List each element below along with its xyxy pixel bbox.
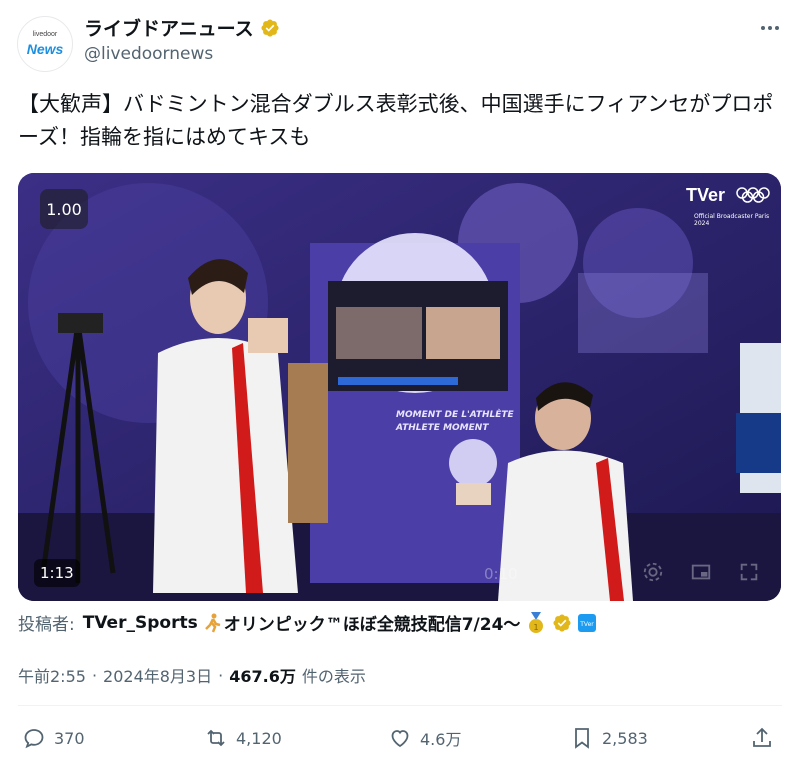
elapsed-time-overlay: 0:10: [484, 565, 518, 583]
views-label: 件の表示: [301, 667, 366, 686]
bookmark-icon: [575, 728, 589, 749]
attribution-source-suffix[interactable]: オリンピック™ほぼ全競技配信7/24〜: [224, 610, 521, 635]
action-bar: 370 4,120 4.6万 2,583: [18, 726, 782, 762]
tweet-time[interactable]: 午前2:55: [18, 663, 86, 687]
like-count: 4.6万: [420, 730, 462, 749]
tver-watermark: TVer: [686, 185, 726, 205]
separator-dot: ·: [91, 665, 98, 685]
tweet-text: 【大歓声】バドミントン混合ダブルス表彰式後、中国選手にフィアンセがプロポーズ！指…: [18, 92, 774, 149]
heart-icon: [391, 730, 409, 748]
screen-sign-line2: ATHLETE MOMENT: [396, 423, 489, 433]
share-icon: [753, 727, 771, 747]
runner-emoji-icon: [204, 613, 222, 633]
attribution-source-link[interactable]: TVer_Sports: [83, 613, 198, 633]
retweet-button[interactable]: 4,120: [204, 726, 282, 750]
views-count[interactable]: 467.6万: [229, 663, 296, 687]
reply-button[interactable]: 370: [22, 726, 85, 750]
avatar[interactable]: livedoor News: [17, 16, 73, 72]
reply-count: 370: [54, 728, 85, 748]
screen-sign: MOMENT DE L'ATHLÈTE ATHLETE MOMENT: [396, 409, 514, 435]
gold-verified-badge-icon: [552, 613, 572, 633]
tweet-metadata: 午前2:55 · 2024年8月3日 · 467.6万 件の表示: [18, 663, 366, 687]
fullscreen-icon[interactable]: [738, 561, 760, 583]
playback-speed-button[interactable]: 1.00: [40, 189, 88, 229]
more-options-button[interactable]: [758, 16, 782, 40]
video-frame-image: [18, 173, 781, 601]
video-duration: 1:13: [34, 559, 80, 587]
retweet-count: 4,120: [236, 728, 282, 748]
svg-text:1: 1: [534, 623, 539, 632]
retweet-icon: [207, 729, 225, 747]
screen-sign-line1: MOMENT DE L'ATHLÈTE: [396, 410, 514, 420]
avatar-logo-text: News: [26, 41, 64, 57]
tver-watermark-subtitle: Official Broadcaster Paris 2024: [694, 213, 770, 227]
attribution-label: 投稿者:: [18, 615, 75, 635]
avatar-top-text: livedoor: [32, 31, 58, 38]
separator-dot: ·: [218, 665, 224, 685]
svg-text:TVer: TVer: [580, 621, 595, 628]
affiliate-tver-badge-icon[interactable]: TVer: [578, 613, 597, 632]
display-name[interactable]: ライブドアニュース: [84, 14, 254, 41]
reply-icon: [24, 729, 44, 749]
video-player[interactable]: TVer Official Broadcaster Paris 2024 MOM…: [18, 173, 781, 601]
tweet-date[interactable]: 2024年8月3日: [103, 663, 212, 687]
more-dots-icon: [761, 26, 779, 30]
author-name-row: ライブドアニュース: [84, 14, 280, 41]
verified-badge-icon: [261, 18, 279, 37]
settings-gear-icon[interactable]: [642, 561, 664, 583]
like-button[interactable]: 4.6万: [388, 726, 461, 750]
pip-icon[interactable]: [690, 561, 712, 583]
divider: [18, 705, 782, 706]
source-attribution: 投稿者: TVer_Sports オリンピック™ほぼ全競技配信7/24〜 1 T…: [18, 610, 597, 635]
bookmark-count: 2,583: [602, 728, 648, 748]
share-button[interactable]: [750, 726, 774, 750]
olympic-rings-icon: [736, 187, 770, 203]
medal-emoji-icon: 1: [526, 611, 546, 634]
bookmark-button[interactable]: 2,583: [570, 726, 648, 750]
author-handle[interactable]: @livedoornews: [84, 44, 213, 64]
